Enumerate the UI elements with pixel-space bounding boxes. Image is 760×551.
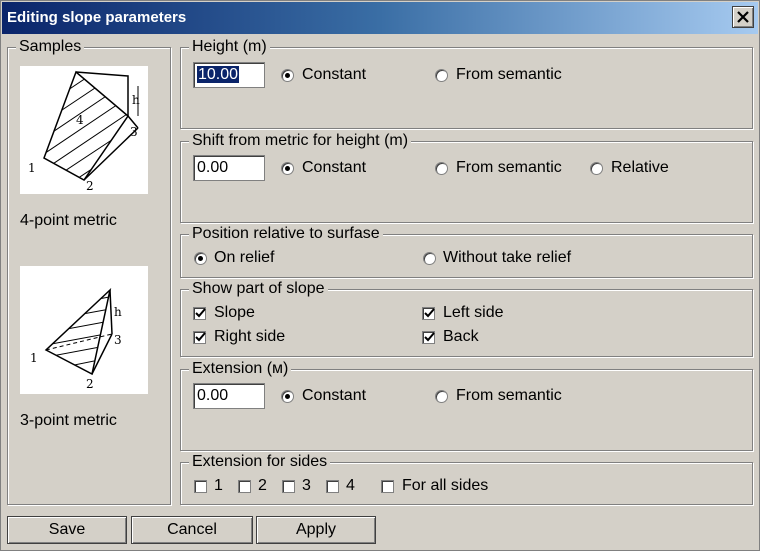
height-input[interactable]: 10.00 <box>193 62 265 88</box>
all-sides-checkbox[interactable] <box>381 480 394 493</box>
sample-4-point-caption: 4-point metric <box>20 212 117 229</box>
dialog-window: Editing slope parameters Samples h 1 2 3… <box>0 0 760 551</box>
label-1-4: 1 <box>28 161 36 175</box>
right-side-label: Right side <box>214 328 286 345</box>
extension-sides-group: Extension for sides 1 2 3 4 For all side… <box>180 452 753 505</box>
shift-relative-label: Relative <box>611 159 669 176</box>
height-constant-radio[interactable] <box>281 69 294 82</box>
back-checkbox[interactable] <box>422 331 435 344</box>
apply-button[interactable]: Apply <box>256 516 376 544</box>
height-constant-label: Constant <box>302 66 367 83</box>
slope-3-point-drawing: h 1 2 3 <box>30 287 122 391</box>
label-2-3: 2 <box>86 377 94 391</box>
slope-checkbox[interactable] <box>193 307 206 320</box>
extension-value: 0.00 <box>197 387 229 404</box>
extension-constant-label: Constant <box>302 387 367 404</box>
position-on-relief-radio[interactable] <box>194 252 207 265</box>
shift-group: Shift from metric for height (m) 0.00 Co… <box>180 131 753 223</box>
label-3-3: 3 <box>114 333 122 347</box>
shift-semantic-label: From semantic <box>456 159 562 176</box>
sample-4-point-image: h 1 2 3 4 <box>20 66 148 194</box>
label-2-4: 2 <box>86 179 94 193</box>
extension-constant-radio[interactable] <box>281 390 294 403</box>
right-side-checkbox[interactable] <box>193 331 206 344</box>
title-bar: Editing slope parameters <box>2 2 758 34</box>
all-sides-label: For all sides <box>402 477 489 494</box>
label-h-4: h <box>132 93 140 107</box>
side-4-label: 4 <box>346 477 355 494</box>
shift-value: 0.00 <box>197 159 229 176</box>
extension-group: Extension (м) 0.00 Constant From semanti… <box>180 359 753 451</box>
close-button[interactable] <box>732 6 754 28</box>
height-group: Height (m) 10.00 Constant From semantic <box>180 37 753 129</box>
extension-input[interactable]: 0.00 <box>193 383 265 409</box>
show-part-legend: Show part of slope <box>189 279 328 299</box>
samples-group: Samples h 1 2 3 4 4-point metric h 1 2 3… <box>7 37 171 505</box>
label-h-3: h <box>114 305 122 319</box>
slope-label: Slope <box>214 304 255 321</box>
sample-3-point-image: h 1 2 3 <box>20 266 148 394</box>
position-group: Position relative to surfase On relief W… <box>180 224 753 278</box>
checkmark-icon <box>424 308 435 318</box>
slope-4-point-drawing: h 1 2 3 4 <box>28 70 140 193</box>
extension-semantic-label: From semantic <box>456 387 562 404</box>
shift-legend: Shift from metric for height (m) <box>189 131 412 151</box>
shift-input[interactable]: 0.00 <box>193 155 265 181</box>
window-title: Editing slope parameters <box>7 9 187 26</box>
left-side-checkbox[interactable] <box>422 307 435 320</box>
cancel-button[interactable]: Cancel <box>131 516 253 544</box>
save-button[interactable]: Save <box>7 516 127 544</box>
side-3-label: 3 <box>302 477 311 494</box>
sample-3-point-caption: 3-point metric <box>20 412 117 429</box>
position-legend: Position relative to surfase <box>189 224 383 244</box>
side-3-checkbox[interactable] <box>282 480 295 493</box>
checkmark-icon <box>424 332 435 342</box>
height-semantic-label: From semantic <box>456 66 562 83</box>
shift-relative-radio[interactable] <box>590 162 603 175</box>
side-2-label: 2 <box>258 477 267 494</box>
height-legend: Height (m) <box>189 37 270 57</box>
samples-legend: Samples <box>16 37 85 57</box>
back-label: Back <box>443 328 479 345</box>
label-3-4: 3 <box>130 125 138 139</box>
height-semantic-radio[interactable] <box>435 69 448 82</box>
side-4-checkbox[interactable] <box>326 480 339 493</box>
shift-constant-radio[interactable] <box>281 162 294 175</box>
shift-semantic-radio[interactable] <box>435 162 448 175</box>
side-1-label: 1 <box>214 477 223 494</box>
shift-constant-label: Constant <box>302 159 367 176</box>
label-1-3: 1 <box>30 351 38 365</box>
label-4-4: 4 <box>76 113 84 127</box>
checkmark-icon <box>195 308 206 318</box>
position-without-relief-radio[interactable] <box>423 252 436 265</box>
side-2-checkbox[interactable] <box>238 480 251 493</box>
position-on-relief-label: On relief <box>214 249 275 266</box>
position-without-relief-label: Without take relief <box>443 249 572 266</box>
close-icon <box>737 11 749 23</box>
side-1-checkbox[interactable] <box>194 480 207 493</box>
height-value: 10.00 <box>197 66 240 83</box>
extension-semantic-radio[interactable] <box>435 390 448 403</box>
left-side-label: Left side <box>443 304 504 321</box>
extension-legend: Extension (м) <box>189 359 292 379</box>
extension-sides-legend: Extension for sides <box>189 452 331 472</box>
show-part-group: Show part of slope Slope Right side Left… <box>180 279 753 357</box>
checkmark-icon <box>195 332 206 342</box>
